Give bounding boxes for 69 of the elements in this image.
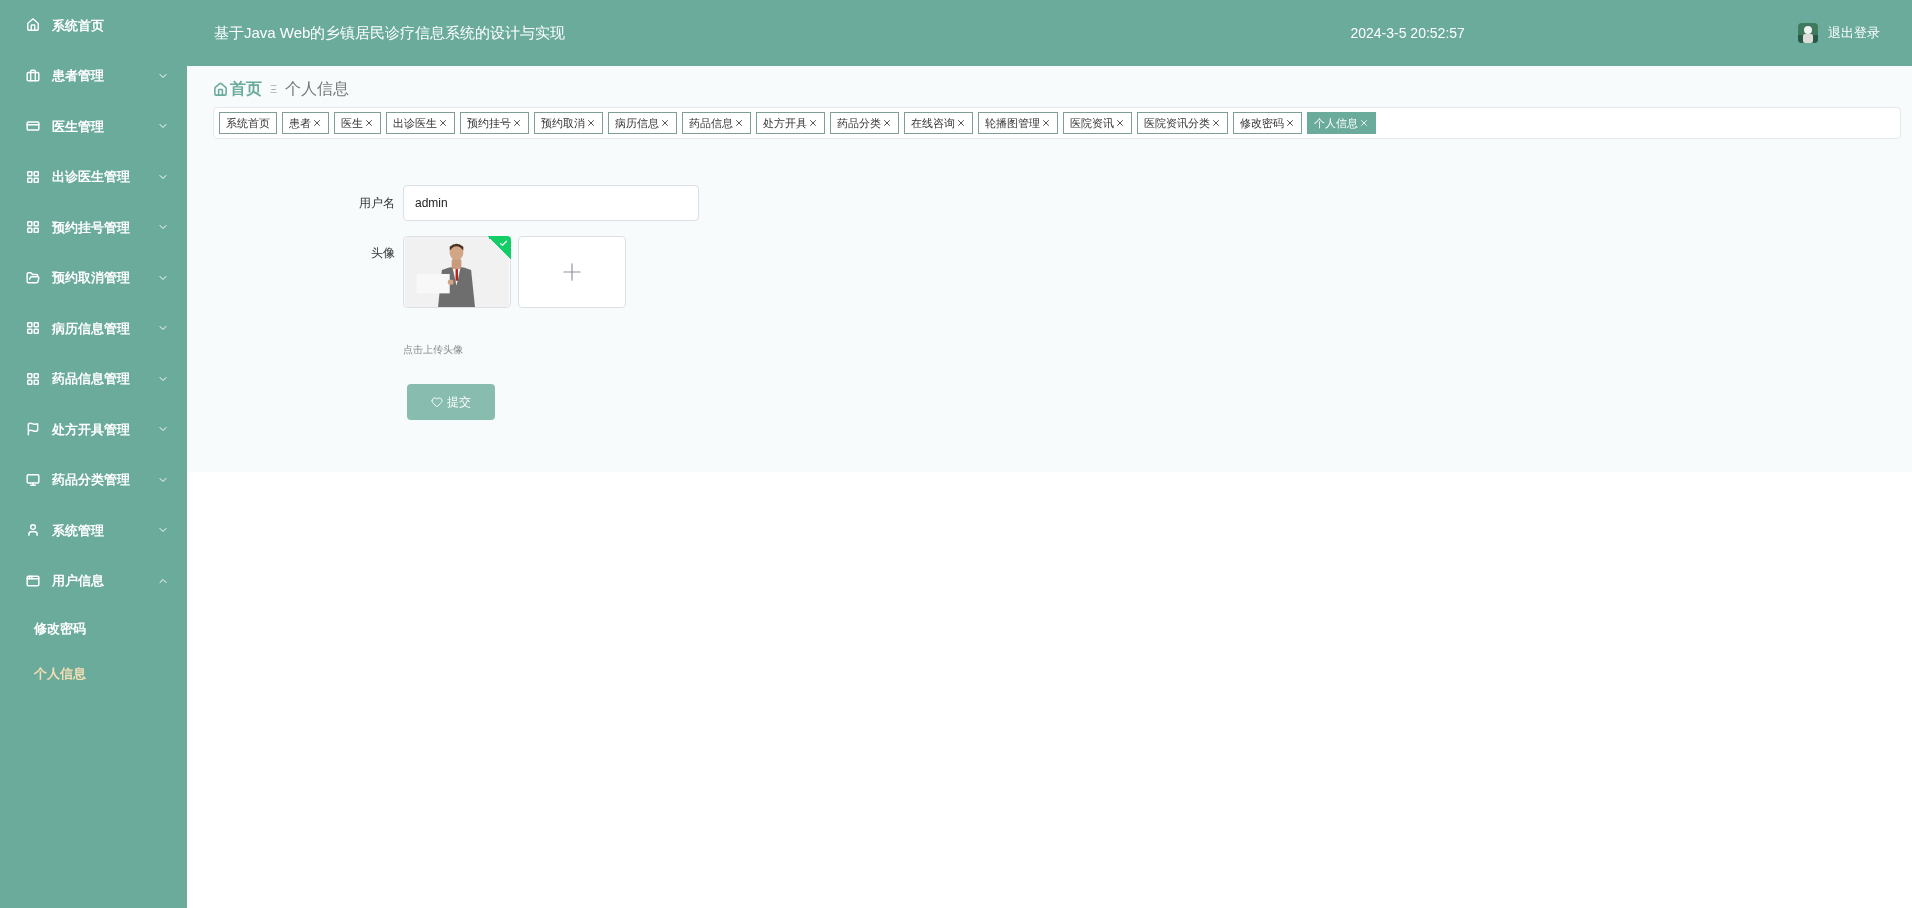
- close-icon[interactable]: [364, 118, 374, 128]
- monitor-icon: [26, 472, 40, 487]
- username-field[interactable]: admin: [403, 185, 699, 221]
- submenu-item[interactable]: 个人信息: [0, 651, 187, 696]
- tag[interactable]: 修改密码: [1233, 112, 1302, 134]
- card-icon: [26, 119, 40, 134]
- tag[interactable]: 预约取消: [534, 112, 603, 134]
- breadcrumb-separator: Ξ: [270, 81, 278, 97]
- grid-icon: [26, 371, 40, 386]
- flag-icon: [26, 422, 40, 437]
- sidebar-item[interactable]: 系统首页: [0, 0, 187, 51]
- field-label: 头像: [370, 245, 396, 262]
- breadcrumb-current: 个人信息: [285, 79, 350, 99]
- home-icon: [213, 81, 228, 97]
- tag[interactable]: 病历信息: [608, 112, 677, 134]
- datetime: 2024-3-5 20:52:57: [1350, 23, 1465, 43]
- tag[interactable]: 药品信息: [682, 112, 751, 134]
- sidebar-item[interactable]: 系统管理: [0, 505, 187, 556]
- grid-icon: [26, 169, 40, 184]
- sidebar-item[interactable]: 用户信息: [0, 555, 187, 606]
- sidebar-item[interactable]: 处方开具管理: [0, 404, 187, 455]
- user-icon: [26, 523, 40, 538]
- submenu-item[interactable]: 修改密码: [0, 606, 187, 651]
- close-icon[interactable]: [1115, 118, 1125, 128]
- tag[interactable]: 预约挂号: [460, 112, 529, 134]
- tag[interactable]: 医生: [334, 112, 381, 134]
- sidebar-item[interactable]: 医生管理: [0, 101, 187, 152]
- close-icon[interactable]: [734, 118, 744, 128]
- close-icon[interactable]: [512, 118, 522, 128]
- grid-icon: [26, 220, 40, 235]
- window-icon: [26, 573, 40, 588]
- briefcase-icon: [26, 68, 40, 83]
- tag[interactable]: 药品分类: [830, 112, 899, 134]
- sidebar-item[interactable]: 药品信息管理: [0, 353, 187, 404]
- tag[interactable]: 医院资讯: [1063, 112, 1132, 134]
- close-icon[interactable]: [1041, 118, 1051, 128]
- close-icon[interactable]: [438, 118, 448, 128]
- tag[interactable]: 轮播图管理: [978, 112, 1058, 134]
- sidebar-item[interactable]: 药品分类管理: [0, 454, 187, 505]
- tag[interactable]: 出诊医生: [386, 112, 455, 134]
- close-icon[interactable]: [586, 118, 596, 128]
- upload-hint: 点击上传头像: [403, 343, 464, 357]
- sidebar-item[interactable]: 出诊医生管理: [0, 151, 187, 202]
- breadcrumb-link[interactable]: 首页: [230, 77, 262, 101]
- close-icon[interactable]: [660, 118, 670, 128]
- logout-button[interactable]: 退出登录: [1828, 23, 1880, 43]
- close-icon[interactable]: [956, 118, 966, 128]
- grid-icon: [26, 321, 40, 336]
- system-title: 基于Java Web的乡镇居民诊疗信息系统的设计与实现: [214, 22, 566, 43]
- close-icon[interactable]: [1211, 118, 1221, 128]
- close-icon[interactable]: [808, 118, 818, 128]
- sidebar-item[interactable]: 预约挂号管理: [0, 202, 187, 253]
- sidebar-item[interactable]: 预约取消管理: [0, 252, 187, 303]
- close-icon[interactable]: [882, 118, 892, 128]
- tag[interactable]: 系统首页: [219, 112, 277, 134]
- heart-icon: [431, 396, 443, 408]
- field-label: 用户名: [358, 195, 396, 212]
- tag[interactable]: 医院资讯分类: [1137, 112, 1228, 134]
- close-icon[interactable]: [312, 118, 322, 128]
- tag[interactable]: 患者: [282, 112, 329, 134]
- tag[interactable]: 处方开具: [756, 112, 825, 134]
- tag[interactable]: 个人信息: [1307, 112, 1376, 134]
- sidebar-item[interactable]: 患者管理: [0, 50, 187, 101]
- sidebar-item[interactable]: 病历信息管理: [0, 303, 187, 354]
- tag[interactable]: 在线咨询: [904, 112, 973, 134]
- submit-button[interactable]: 提交: [407, 384, 495, 420]
- close-icon[interactable]: [1285, 118, 1295, 128]
- home-icon: [26, 18, 40, 33]
- folder-icon: [26, 270, 40, 285]
